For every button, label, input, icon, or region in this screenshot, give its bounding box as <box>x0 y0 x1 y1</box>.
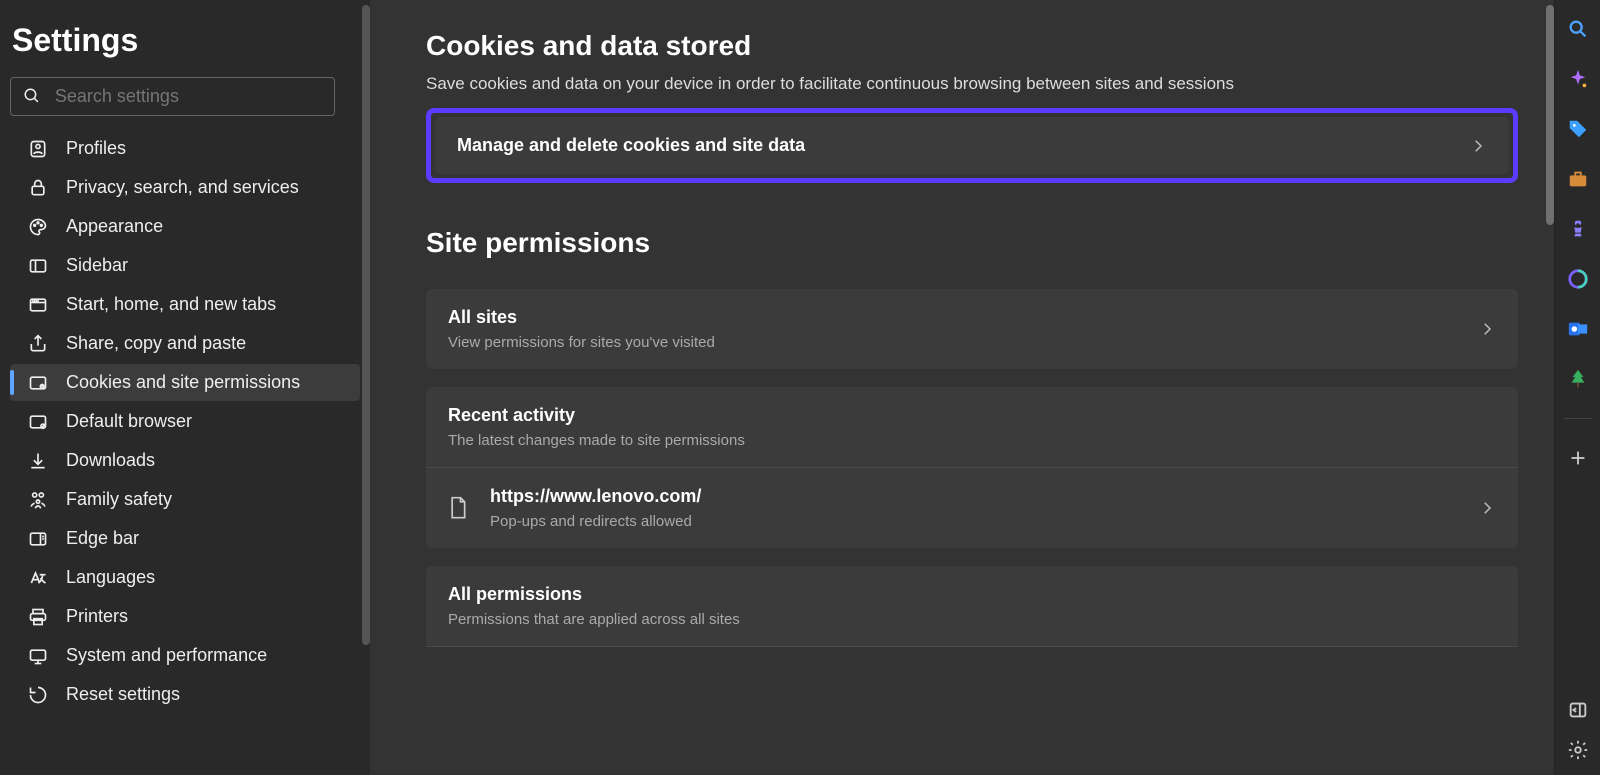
palette-icon <box>28 217 48 237</box>
sidebar-item-languages[interactable]: Languages <box>10 559 360 596</box>
search-icon[interactable] <box>1567 18 1589 40</box>
printer-icon <box>28 607 48 627</box>
sidebar-item-system-and-performance[interactable]: System and performance <box>10 637 360 674</box>
right-icon-bar <box>1554 0 1600 775</box>
all-sites-desc: View permissions for sites you've visite… <box>448 334 1478 351</box>
highlighted-row-frame: Manage and delete cookies and site data <box>426 108 1518 183</box>
recent-activity-header: Recent activity The latest changes made … <box>426 387 1518 467</box>
lock-icon <box>28 178 48 198</box>
document-icon <box>448 496 468 520</box>
language-icon <box>28 568 48 588</box>
sidebar-item-label: Printers <box>66 606 128 627</box>
browser-icon <box>28 412 48 432</box>
rightbar-divider <box>1564 418 1592 419</box>
sidebar-item-sidebar[interactable]: Sidebar <box>10 247 360 284</box>
sidebar-scrollbar[interactable] <box>362 5 370 645</box>
sidebar-item-label: Downloads <box>66 450 155 471</box>
tree-icon[interactable] <box>1567 368 1589 390</box>
recent-activity-title: Recent activity <box>448 405 1496 426</box>
chevron-right-icon <box>1469 137 1487 155</box>
cookie-icon <box>28 373 48 393</box>
tag-icon[interactable] <box>1567 118 1589 140</box>
sidebar-item-default-browser[interactable]: Default browser <box>10 403 360 440</box>
family-icon <box>28 490 48 510</box>
search-icon <box>23 87 41 107</box>
plus-icon[interactable] <box>1567 447 1589 469</box>
all-sites-row[interactable]: All sites View permissions for sites you… <box>426 289 1518 369</box>
sidebar-item-label: Profiles <box>66 138 126 159</box>
sidebar-item-label: Default browser <box>66 411 192 432</box>
recent-entry-status: Pop-ups and redirects allowed <box>490 513 1478 530</box>
panel-icon[interactable] <box>1567 699 1589 721</box>
site-permissions-heading: Site permissions <box>426 227 1518 259</box>
manage-cookies-label: Manage and delete cookies and site data <box>457 135 1469 156</box>
sidebar-item-label: Privacy, search, and services <box>66 177 299 198</box>
sidebar-item-label: Start, home, and new tabs <box>66 294 276 315</box>
reset-icon <box>28 685 48 705</box>
settings-sidebar: Settings Profiles Privacy, search, and se… <box>0 0 370 775</box>
all-permissions-desc: Permissions that are applied across all … <box>448 611 1496 628</box>
outlook-icon[interactable] <box>1567 318 1589 340</box>
sidebar-item-edge-bar[interactable]: Edge bar <box>10 520 360 557</box>
recent-activity-desc: The latest changes made to site permissi… <box>448 432 1496 449</box>
sidebar-item-label: Share, copy and paste <box>66 333 246 354</box>
share-icon <box>28 334 48 354</box>
sidebar-item-label: Edge bar <box>66 528 139 549</box>
system-icon <box>28 646 48 666</box>
sidebar-item-appearance[interactable]: Appearance <box>10 208 360 245</box>
search-settings[interactable] <box>10 77 335 116</box>
sidebar-item-label: Languages <box>66 567 155 588</box>
sidebar-item-family-safety[interactable]: Family safety <box>10 481 360 518</box>
sidebar-item-start-home-and-new-tabs[interactable]: Start, home, and new tabs <box>10 286 360 323</box>
settings-title: Settings <box>10 22 360 59</box>
main-scrollbar[interactable] <box>1546 5 1554 225</box>
settings-nav: Profiles Privacy, search, and services App… <box>10 130 360 713</box>
home-tab-icon <box>28 295 48 315</box>
sidebar-item-cookies-and-site-permissions[interactable]: Cookies and site permissions <box>10 364 360 401</box>
sidebar-item-label: Cookies and site permissions <box>66 372 300 393</box>
recent-entry-url: https://www.lenovo.com/ <box>490 486 1478 507</box>
chevron-right-icon <box>1478 320 1496 338</box>
sidebar-item-share-copy-and-paste[interactable]: Share, copy and paste <box>10 325 360 362</box>
gear-icon[interactable] <box>1567 739 1589 761</box>
sidebar-item-reset-settings[interactable]: Reset settings <box>10 676 360 713</box>
cookies-heading: Cookies and data stored <box>426 30 1518 62</box>
search-input[interactable] <box>55 86 322 107</box>
user-icon <box>28 139 48 159</box>
sparkle-icon[interactable] <box>1567 68 1589 90</box>
office-icon[interactable] <box>1567 268 1589 290</box>
cookies-subtext: Save cookies and data on your device in … <box>426 74 1518 94</box>
chess-icon[interactable] <box>1567 218 1589 240</box>
sidebar-item-label: Family safety <box>66 489 172 510</box>
settings-main: Cookies and data stored Save cookies and… <box>370 0 1554 775</box>
all-permissions-title: All permissions <box>448 584 1496 605</box>
all-permissions-row: All permissions Permissions that are app… <box>426 566 1518 646</box>
chevron-right-icon <box>1478 499 1496 517</box>
sidebar-item-label: System and performance <box>66 645 267 666</box>
all-sites-title: All sites <box>448 307 1478 328</box>
sidebar-item-downloads[interactable]: Downloads <box>10 442 360 479</box>
sidebar-item-profiles[interactable]: Profiles <box>10 130 360 167</box>
manage-cookies-row[interactable]: Manage and delete cookies and site data <box>435 117 1509 174</box>
sidebar-item-label: Reset settings <box>66 684 180 705</box>
edgebar-icon <box>28 529 48 549</box>
sidebar-item-printers[interactable]: Printers <box>10 598 360 635</box>
divider <box>426 646 1518 647</box>
sidebar-item-label: Sidebar <box>66 255 128 276</box>
sidebar-item-privacy-search-and-services[interactable]: Privacy, search, and services <box>10 169 360 206</box>
recent-activity-entry[interactable]: https://www.lenovo.com/ Pop-ups and redi… <box>426 468 1518 548</box>
sidebar-icon <box>28 256 48 276</box>
sidebar-item-label: Appearance <box>66 216 163 237</box>
download-icon <box>28 451 48 471</box>
briefcase-icon[interactable] <box>1567 168 1589 190</box>
